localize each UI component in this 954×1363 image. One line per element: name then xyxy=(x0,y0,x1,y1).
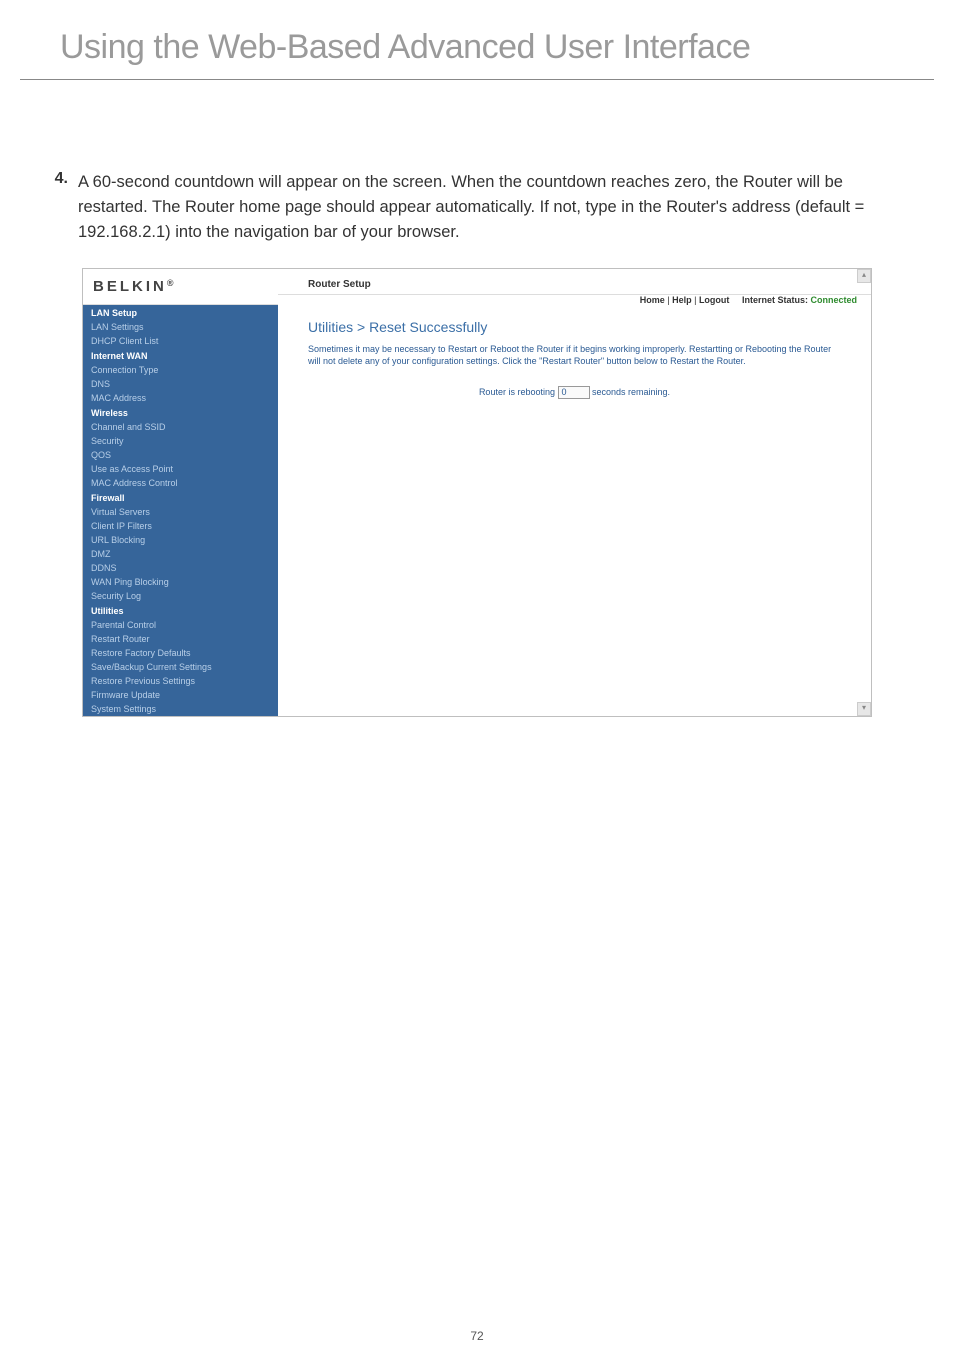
main-panel: ▴ Router Setup Home | Help | Logout Inte… xyxy=(278,269,871,716)
belkin-logo: BELKIN® xyxy=(83,269,278,305)
sidebar-item-dmz[interactable]: DMZ xyxy=(83,547,278,561)
page-title: Using the Web-Based Advanced User Interf… xyxy=(20,0,934,80)
sidebar-section-firewall: Firewall xyxy=(83,490,278,505)
sidebar-item-client-ip-filters[interactable]: Client IP Filters xyxy=(83,519,278,533)
panel-header: Router Setup xyxy=(278,269,871,295)
reboot-suffix: seconds remaining. xyxy=(592,386,670,396)
sidebar-section-lan: LAN Setup xyxy=(83,305,278,320)
sidebar-item-restore-previous[interactable]: Restore Previous Settings xyxy=(83,674,278,688)
sidebar-section-utilities: Utilities xyxy=(83,603,278,618)
link-logout[interactable]: Logout xyxy=(699,295,730,305)
link-home[interactable]: Home xyxy=(640,295,665,305)
sidebar-item-dns[interactable]: DNS xyxy=(83,377,278,391)
sidebar-item-save-backup[interactable]: Save/Backup Current Settings xyxy=(83,660,278,674)
internet-status-label: Internet Status: xyxy=(742,295,808,305)
description-text: Sometimes it may be necessary to Restart… xyxy=(278,343,871,367)
instruction-step: 4. A 60-second countdown will appear on … xyxy=(0,80,954,244)
sidebar-item-restore-factory[interactable]: Restore Factory Defaults xyxy=(83,646,278,660)
sidebar-item-url-blocking[interactable]: URL Blocking xyxy=(83,533,278,547)
sidebar-item-ddns[interactable]: DDNS xyxy=(83,561,278,575)
sidebar-item-lan-settings[interactable]: LAN Settings xyxy=(83,320,278,334)
logo-suffix: ® xyxy=(167,278,174,288)
sidebar-item-wan-ping-blocking[interactable]: WAN Ping Blocking xyxy=(83,575,278,589)
sidebar-item-access-point[interactable]: Use as Access Point xyxy=(83,462,278,476)
sidebar-item-mac-address[interactable]: MAC Address xyxy=(83,391,278,405)
sidebar: BELKIN® LAN Setup LAN Settings DHCP Clie… xyxy=(83,269,278,716)
scroll-up-icon[interactable]: ▴ xyxy=(857,269,871,283)
sidebar-section-internet-wan: Internet WAN xyxy=(83,348,278,363)
step-text: A 60-second countdown will appear on the… xyxy=(78,170,914,244)
scroll-down-icon[interactable]: ▾ xyxy=(857,702,871,716)
sidebar-item-mac-control[interactable]: MAC Address Control xyxy=(83,476,278,490)
logo-text: BELKIN xyxy=(93,278,167,295)
sidebar-item-parental-control[interactable]: Parental Control xyxy=(83,618,278,632)
router-ui-screenshot: BELKIN® LAN Setup LAN Settings DHCP Clie… xyxy=(82,268,872,717)
sidebar-item-security[interactable]: Security xyxy=(83,434,278,448)
countdown-value: 0 xyxy=(558,386,590,399)
internet-status-value: Connected xyxy=(810,295,857,305)
breadcrumb: Home | Help | Logout Internet Status: Co… xyxy=(278,295,871,309)
link-help[interactable]: Help xyxy=(672,295,692,305)
sidebar-item-restart-router[interactable]: Restart Router xyxy=(83,632,278,646)
sidebar-item-dhcp-client-list[interactable]: DHCP Client List xyxy=(83,334,278,348)
sidebar-item-virtual-servers[interactable]: Virtual Servers xyxy=(83,505,278,519)
sidebar-section-wireless: Wireless xyxy=(83,405,278,420)
step-number: 4. xyxy=(40,170,78,244)
page-number: 72 xyxy=(0,1329,954,1343)
sidebar-item-firmware-update[interactable]: Firmware Update xyxy=(83,688,278,702)
sidebar-item-security-log[interactable]: Security Log xyxy=(83,589,278,603)
sidebar-item-system-settings[interactable]: System Settings xyxy=(83,702,278,716)
sidebar-item-qos[interactable]: QOS xyxy=(83,448,278,462)
section-heading: Utilities > Reset Successfully xyxy=(278,309,871,343)
reboot-countdown: Router is rebooting 0 seconds remaining. xyxy=(278,368,871,399)
sidebar-item-connection-type[interactable]: Connection Type xyxy=(83,363,278,377)
sidebar-item-channel-ssid[interactable]: Channel and SSID xyxy=(83,420,278,434)
reboot-prefix: Router is rebooting xyxy=(479,386,555,396)
